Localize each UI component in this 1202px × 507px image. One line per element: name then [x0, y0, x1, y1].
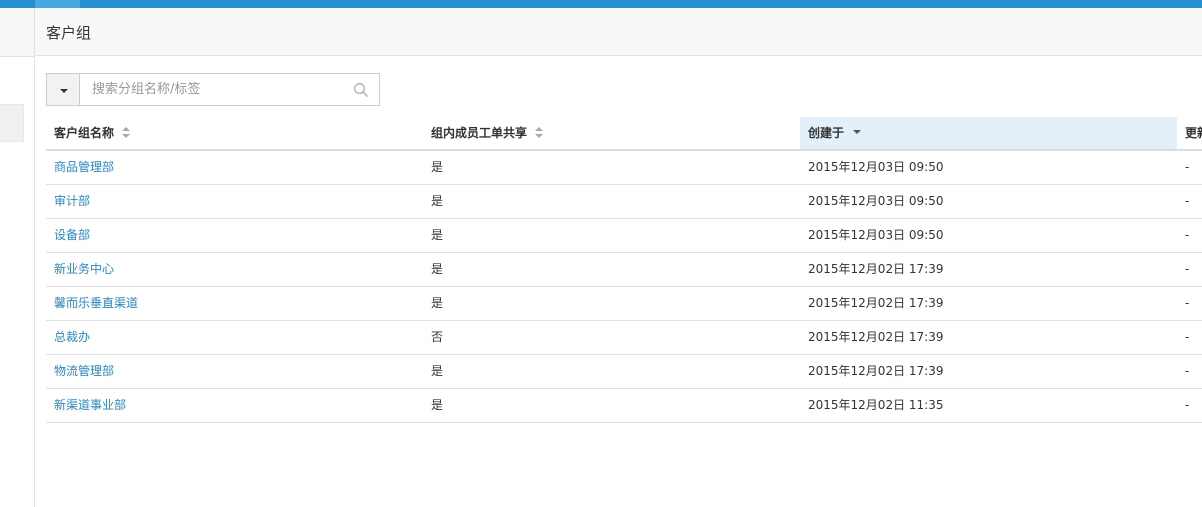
group-name-link[interactable]: 审计部	[46, 185, 423, 218]
caret-down-icon	[60, 89, 68, 93]
sort-icon	[535, 127, 544, 138]
updated-at-value: -	[1185, 330, 1190, 344]
sort-icon	[122, 127, 131, 138]
created-at-value: 2015年12月02日 17:39	[808, 262, 944, 276]
member-sharing-value: 是	[431, 262, 444, 276]
created-at-value: 2015年12月02日 17:39	[808, 296, 944, 310]
column-header-updated-at[interactable]: 更新	[1177, 117, 1202, 149]
page-header: 客户组	[35, 8, 1202, 56]
column-header-label: 更新	[1185, 126, 1202, 140]
search-bar	[46, 73, 380, 106]
created-at-value: 2015年12月02日 17:39	[808, 330, 944, 344]
customer-group-table: 客户组名称 组内成员工单共享 创建于 更新 商品管理部 是 2015年12月03…	[46, 117, 1202, 423]
member-sharing-value: 是	[431, 398, 444, 412]
table-row: 商品管理部 是 2015年12月03日 09:50 -	[46, 151, 1202, 185]
group-name-link[interactable]: 商品管理部	[46, 151, 423, 184]
group-name-link[interactable]: 物流管理部	[46, 355, 423, 388]
table-row: 设备部 是 2015年12月03日 09:50 -	[46, 219, 1202, 253]
column-header-label: 创建于	[808, 126, 845, 140]
sidebar-collapse-tab[interactable]	[0, 104, 24, 142]
left-sidebar-header	[0, 8, 34, 57]
updated-at-value: -	[1185, 364, 1190, 378]
sort-desc-icon	[853, 129, 862, 134]
member-sharing-value: 是	[431, 296, 444, 310]
table-row: 总裁办 否 2015年12月02日 17:39 -	[46, 321, 1202, 355]
group-name-link[interactable]: 设备部	[46, 219, 423, 252]
group-name-link[interactable]: 总裁办	[46, 321, 423, 354]
updated-at-value: -	[1185, 194, 1190, 208]
search-input[interactable]	[79, 73, 380, 106]
updated-at-value: -	[1185, 398, 1190, 412]
top-nav-bar	[0, 0, 1202, 8]
group-name-link[interactable]: 新业务中心	[46, 253, 423, 286]
created-at-value: 2015年12月03日 09:50	[808, 194, 944, 208]
search-icon[interactable]	[353, 82, 369, 98]
column-header-member-sharing[interactable]: 组内成员工单共享	[423, 117, 800, 149]
table-row: 馨而乐垂直渠道 是 2015年12月02日 17:39 -	[46, 287, 1202, 321]
table-row: 新业务中心 是 2015年12月02日 17:39 -	[46, 253, 1202, 287]
left-sidebar	[0, 8, 35, 507]
top-nav-active-tab[interactable]	[35, 0, 80, 8]
column-header-label: 组内成员工单共享	[431, 126, 528, 140]
updated-at-value: -	[1185, 262, 1190, 276]
search-filter-dropdown-button[interactable]	[46, 73, 80, 106]
table-row: 新渠道事业部 是 2015年12月02日 11:35 -	[46, 389, 1202, 423]
member-sharing-value: 是	[431, 364, 444, 378]
column-header-group-name[interactable]: 客户组名称	[46, 117, 423, 149]
created-at-value: 2015年12月02日 11:35	[808, 398, 944, 412]
table-row: 审计部 是 2015年12月03日 09:50 -	[46, 185, 1202, 219]
updated-at-value: -	[1185, 160, 1190, 174]
table-header: 客户组名称 组内成员工单共享 创建于 更新	[46, 117, 1202, 151]
group-name-link[interactable]: 馨而乐垂直渠道	[46, 287, 423, 320]
member-sharing-value: 否	[431, 330, 444, 344]
created-at-value: 2015年12月03日 09:50	[808, 228, 944, 242]
created-at-value: 2015年12月03日 09:50	[808, 160, 944, 174]
created-at-value: 2015年12月02日 17:39	[808, 364, 944, 378]
page-title: 客户组	[46, 24, 92, 42]
group-name-link[interactable]: 新渠道事业部	[46, 389, 423, 422]
column-header-created-at[interactable]: 创建于	[800, 117, 1177, 149]
member-sharing-value: 是	[431, 194, 444, 208]
member-sharing-value: 是	[431, 160, 444, 174]
table-row: 物流管理部 是 2015年12月02日 17:39 -	[46, 355, 1202, 389]
updated-at-value: -	[1185, 228, 1190, 242]
member-sharing-value: 是	[431, 228, 444, 242]
column-header-label: 客户组名称	[54, 126, 115, 140]
updated-at-value: -	[1185, 296, 1190, 310]
